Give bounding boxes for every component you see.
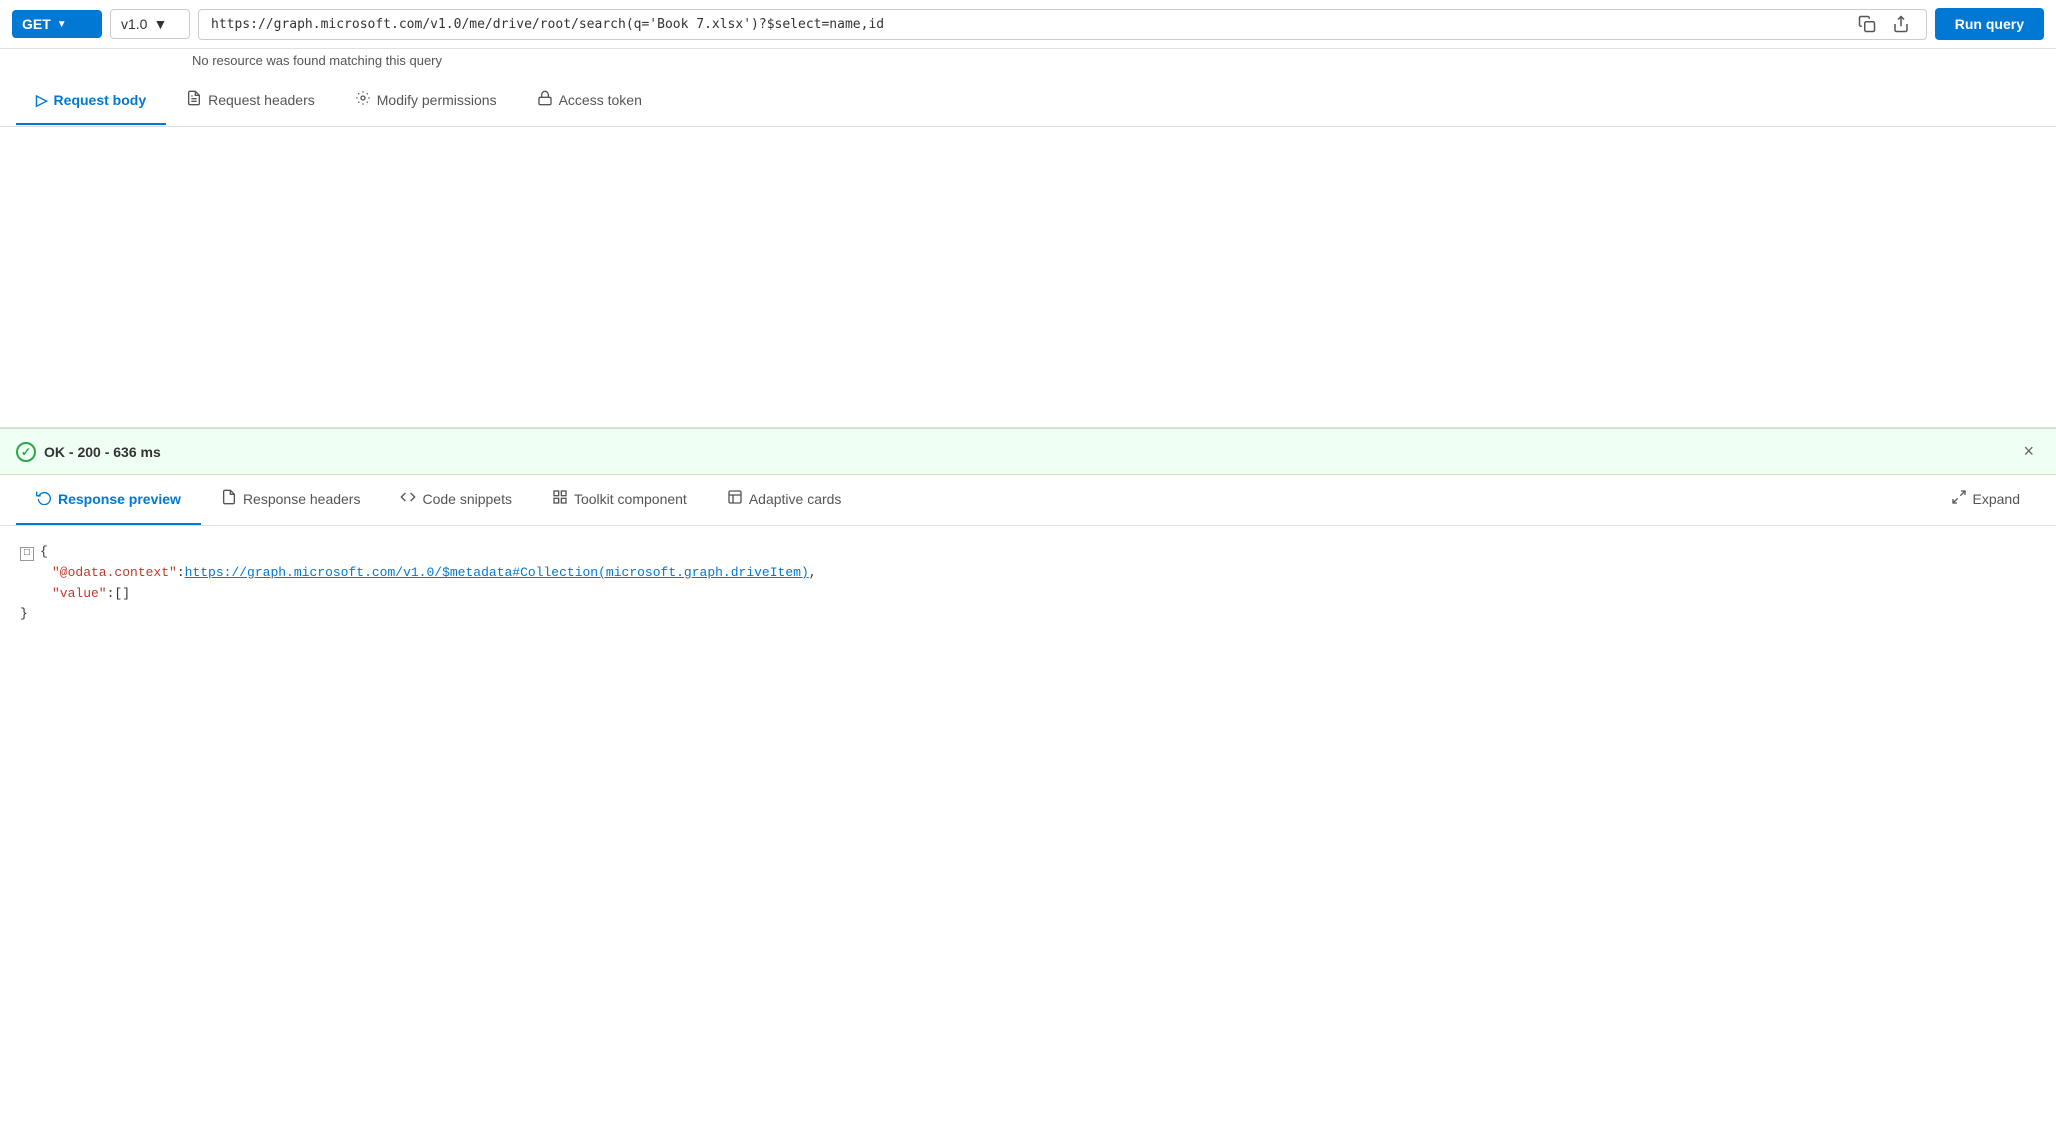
share-url-button[interactable] <box>1888 13 1914 35</box>
version-dropdown[interactable]: v1.0 ▼ <box>110 9 190 39</box>
json-body: "@odata.context" : https://graph.microso… <box>20 563 2036 605</box>
tab-access-token-label: Access token <box>559 92 642 108</box>
request-tabs-bar: ▷ Request body Request headers <box>0 76 2056 127</box>
response-tabs-bar: Response preview Response headers Code s… <box>0 475 2056 526</box>
response-panel: Response preview Response headers Code s… <box>0 475 2056 646</box>
tab-access-token[interactable]: Access token <box>517 76 662 126</box>
json-context-line: "@odata.context" : https://graph.microso… <box>52 563 2036 584</box>
version-label: v1.0 <box>121 16 147 32</box>
tab-response-preview[interactable]: Response preview <box>16 475 201 525</box>
run-query-button[interactable]: Run query <box>1935 8 2044 40</box>
tab-adaptive-cards-label: Adaptive cards <box>749 491 842 507</box>
tab-request-body-label: Request body <box>54 92 147 108</box>
response-headers-icon <box>221 489 237 509</box>
response-preview-icon <box>36 489 52 509</box>
tab-modify-permissions[interactable]: Modify permissions <box>335 76 517 126</box>
tab-expand[interactable]: Expand <box>1931 475 2040 525</box>
status-left: ✓ OK - 200 - 636 ms <box>16 442 161 462</box>
no-resource-message: No resource was found matching this quer… <box>180 49 2056 76</box>
json-value-line: "value" : [] <box>52 584 2036 605</box>
method-dropdown[interactable]: GET ▼ <box>12 10 102 38</box>
request-headers-icon <box>186 90 202 110</box>
modify-permissions-icon <box>355 90 371 110</box>
toolkit-component-icon <box>552 489 568 509</box>
url-bar <box>198 9 1927 40</box>
tab-toolkit-component[interactable]: Toolkit component <box>532 475 707 525</box>
status-ok-icon: ✓ <box>16 442 36 462</box>
json-comma-1: , <box>809 563 817 584</box>
response-status-bar: ✓ OK - 200 - 636 ms × <box>0 428 2056 475</box>
tab-code-snippets-label: Code snippets <box>422 491 512 507</box>
json-context-key: "@odata.context" <box>52 563 177 584</box>
tab-request-headers-label: Request headers <box>208 92 315 108</box>
json-context-value[interactable]: https://graph.microsoft.com/v1.0/$metada… <box>185 563 809 584</box>
top-bar: GET ▼ v1.0 ▼ Run query <box>0 0 2056 49</box>
json-close-brace: } <box>20 604 28 625</box>
adaptive-cards-icon <box>727 489 743 509</box>
tab-toolkit-component-label: Toolkit component <box>574 491 687 507</box>
tab-response-headers-label: Response headers <box>243 491 361 507</box>
json-value-key: "value" <box>52 584 107 605</box>
response-content: □ { "@odata.context" : https://graph.mic… <box>0 526 2056 646</box>
tab-adaptive-cards[interactable]: Adaptive cards <box>707 475 862 525</box>
url-input[interactable] <box>207 10 1850 39</box>
version-chevron-icon: ▼ <box>153 16 167 32</box>
close-response-button[interactable]: × <box>2017 439 2040 464</box>
tab-request-body[interactable]: ▷ Request body <box>16 77 166 125</box>
json-root-line: □ { <box>20 542 2036 563</box>
url-bar-icons <box>1850 13 1918 35</box>
request-panel: ▷ Request body Request headers <box>0 76 2056 428</box>
json-colon-2: : <box>107 584 115 605</box>
tab-code-snippets[interactable]: Code snippets <box>380 475 532 525</box>
access-token-icon <box>537 90 553 110</box>
json-colon-1: : <box>177 563 185 584</box>
copy-url-button[interactable] <box>1854 13 1880 35</box>
method-chevron-icon: ▼ <box>57 19 67 30</box>
tab-response-headers[interactable]: Response headers <box>201 475 381 525</box>
json-close-line: } <box>20 604 2036 625</box>
collapse-box[interactable]: □ <box>20 547 34 561</box>
tab-response-preview-label: Response preview <box>58 491 181 507</box>
method-label: GET <box>22 16 51 32</box>
json-open-brace: { <box>40 542 48 563</box>
expand-icon <box>1951 489 1967 509</box>
tab-modify-permissions-label: Modify permissions <box>377 92 497 108</box>
tab-expand-label: Expand <box>1973 491 2020 507</box>
request-body-icon: ▷ <box>36 91 48 109</box>
request-body-content <box>0 127 2056 427</box>
tab-request-headers[interactable]: Request headers <box>166 76 335 126</box>
json-value-val: [] <box>114 584 130 605</box>
status-text: OK - 200 - 636 ms <box>44 444 161 460</box>
code-snippets-icon <box>400 489 416 509</box>
